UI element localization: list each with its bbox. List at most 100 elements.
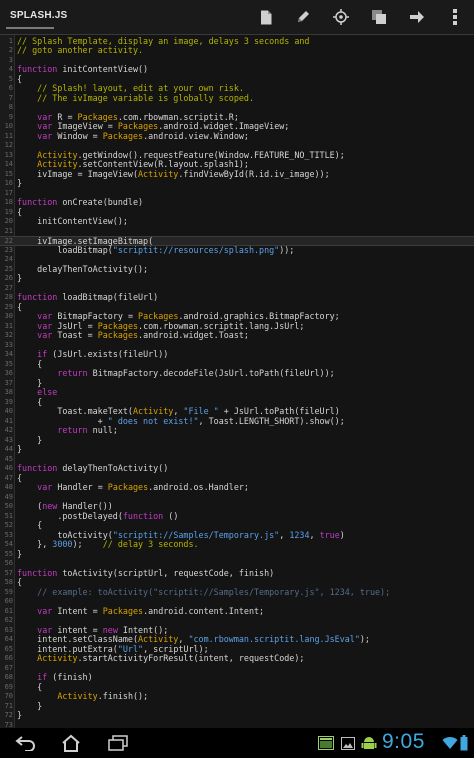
code-line[interactable]: 72} [0,710,474,721]
code-token: + [17,415,108,426]
code-line[interactable]: 70 Activity.finish(); [0,691,474,702]
code-line[interactable]: 21 [0,227,474,237]
code-line[interactable]: 25 delayThenToActivity(); [0,264,474,275]
code-token: return [57,368,88,378]
line-number: 31 [4,321,13,330]
line-number: 29 [4,302,13,311]
code-line[interactable]: 37 } [0,378,474,389]
code-token: .finish(); [97,691,149,701]
code-text[interactable]: } [17,178,23,189]
back-icon[interactable] [10,731,42,755]
code-text[interactable]: // example: toActivity("scriptit://Sampl… [17,587,390,598]
code-text[interactable]: // goto another activity. [17,45,143,56]
code-text[interactable]: } [17,549,22,560]
code-editor[interactable]: 1 // Splash Template, display an image, d… [0,35,474,728]
target-icon[interactable] [328,5,354,29]
code-token: intent.setClassName( [17,634,139,644]
home-icon[interactable] [55,731,87,755]
code-line[interactable]: 54 }, 3000); // delay 3 seconds. [0,539,474,550]
code-token: function [17,463,58,473]
code-line[interactable]: 16} [0,178,474,189]
code-line[interactable]: 71 } [0,701,474,712]
share-icon[interactable] [404,5,430,29]
code-text[interactable]: function delayThenToActivity() [17,463,168,474]
copy-icon[interactable] [366,5,392,29]
code-line[interactable]: 73 [0,721,474,729]
line-number: 37 [4,378,13,387]
code-text[interactable]: Activity.startActivityForResult(intent, … [17,653,304,664]
app-title[interactable]: SPLASH.JS [10,10,67,21]
code-token: } [17,434,43,445]
code-text[interactable]: initContentView(); [17,216,128,227]
code-line[interactable]: 46 function delayThenToActivity() [0,463,474,474]
code-token: new [42,501,58,511]
code-line[interactable]: 55} [0,549,474,560]
code-text[interactable]: // The ivImage variable is globally scop… [17,93,254,104]
code-text[interactable]: } [17,273,22,284]
code-text[interactable]: function initContentView() [17,64,148,75]
code-text[interactable]: loadBitmap("scriptit://resources/splash.… [17,245,294,256]
pencil-icon[interactable] [290,5,316,29]
code-line[interactable]: 48 var Handler = Packages.android.os.Han… [0,482,474,493]
code-line[interactable]: 7 // The ivImage variable is globally sc… [0,93,474,104]
code-token: } [17,178,23,188]
code-text[interactable]: }, 3000); // delay 3 seconds. [17,539,198,550]
code-line[interactable]: 4 function initContentView() [0,64,474,75]
line-number: 15 [4,169,13,178]
file-icon[interactable] [253,5,279,29]
code-line[interactable]: 61 var Intent = Packages.android.content… [0,606,474,617]
code-line[interactable]: 36 return BitmapFactory.decodeFile(JsUrl… [0,368,474,379]
code-text[interactable]: } [17,444,22,455]
code-line[interactable]: 23 loadBitmap("scriptit://resources/spla… [0,245,474,256]
code-line[interactable]: 57 function toActivity(scriptUrl, request… [0,568,474,579]
code-line[interactable]: 38 else [0,387,474,398]
code-text[interactable]: delayThenToActivity(); [17,264,148,275]
code-token: if [37,349,48,359]
gallery-icon[interactable] [341,735,355,751]
code-line[interactable]: 2 // goto another activity. [0,45,474,56]
code-text[interactable]: var Intent = Packages.android.content.In… [17,606,264,617]
code-line[interactable]: 68 if (finish) [0,672,474,683]
code-token: { [17,396,43,407]
code-text[interactable]: var Toast = Packages.android.widget.Toas… [17,330,249,341]
code-token: .findViewById(R.id.iv_image)); [178,168,330,179]
recent-apps-icon[interactable] [102,731,134,755]
code-token: { [17,520,43,530]
code-line[interactable]: 11 var Window = Packages.android.view.Wi… [0,130,474,142]
line-number: 2 [8,46,13,54]
notification-icon[interactable] [318,735,334,751]
overflow-menu-icon[interactable] [442,5,468,29]
code-token: .android.view.Window; [143,130,249,141]
code-line[interactable]: 15 ivImage = ImageView(Activity.findView… [0,168,474,180]
code-text[interactable]: function loadBitmap(fileUrl) [17,292,158,303]
line-number: 28 [4,293,13,301]
code-text[interactable]: function onCreate(bundle) [17,197,143,208]
code-line[interactable]: 28 function loadBitmap(fileUrl) [0,292,474,303]
code-text[interactable]: ivImage = ImageView(Activity.findViewByI… [17,168,330,180]
code-text[interactable]: function toActivity(scriptUrl, requestCo… [17,568,274,579]
code-text[interactable]: return BitmapFactory.decodeFile(JsUrl.to… [17,368,334,379]
code-line[interactable]: 51 .postDelayed(function () [0,511,474,522]
code-text[interactable]: var Window = Packages.android.view.Windo… [17,130,249,142]
code-token: // Splash! layout, edit at your own risk… [17,83,244,93]
code-token: var [37,130,53,141]
code-line[interactable]: 20 initContentView(); [0,216,474,227]
code-line[interactable]: 59 // example: toActivity("scriptit://Sa… [0,587,474,598]
code-line[interactable]: 42 return null; [0,425,474,436]
code-line[interactable]: 18 function onCreate(bundle) [0,197,474,208]
code-line[interactable]: 32 var Toast = Packages.android.widget.T… [0,330,474,341]
code-line[interactable]: 44} [0,444,474,455]
code-token: ); [359,634,370,644]
android-icon[interactable] [361,735,377,751]
code-text[interactable]: } [17,710,22,721]
code-text[interactable]: var Handler = Packages.android.os.Handle… [17,482,249,493]
code-line[interactable]: 43 } [0,434,474,446]
code-line[interactable]: 66 Activity.startActivityForResult(inten… [0,653,474,664]
code-token: (finish) [47,672,93,682]
code-line[interactable]: 34 if (JsUrl.exists(fileUrl)) [0,349,474,360]
code-line[interactable]: 26} [0,273,474,284]
code-token: null; [87,425,118,435]
